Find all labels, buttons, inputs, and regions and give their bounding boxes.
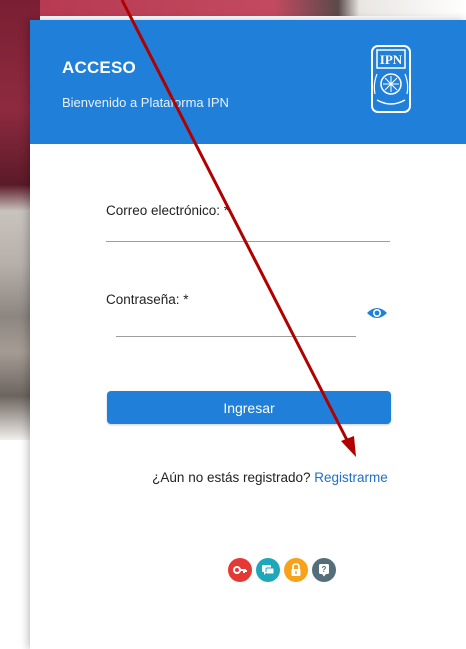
chat-button[interactable]: [256, 558, 280, 582]
password-input[interactable]: [116, 315, 356, 335]
key-icon: [233, 566, 247, 574]
recover-key-button[interactable]: [228, 558, 252, 582]
dialog-header: ACCESO Bienvenido a Plataforma IPN IPN: [30, 20, 466, 144]
help-button[interactable]: ?: [312, 558, 336, 582]
logo-text: IPN: [380, 52, 403, 67]
lock-icon: [291, 563, 301, 576]
email-input[interactable]: [106, 220, 390, 240]
svg-text:?: ?: [322, 565, 327, 574]
ipn-logo: IPN: [371, 45, 411, 113]
email-underline: [106, 241, 390, 242]
login-button[interactable]: Ingresar: [107, 391, 391, 424]
chat-icon: [262, 565, 275, 575]
unlock-button[interactable]: [284, 558, 308, 582]
register-prompt: ¿Aún no estás registrado?: [152, 470, 311, 485]
dialog-subtitle: Bienvenido a Plataforma IPN: [62, 95, 229, 110]
help-icon: ?: [319, 564, 329, 577]
register-link[interactable]: Registrarme: [314, 470, 388, 485]
dialog-title: ACCESO: [62, 58, 136, 77]
password-label: Contraseña: *: [106, 292, 189, 307]
background-top-strip: [40, 0, 466, 16]
password-underline: [116, 336, 356, 337]
email-label: Correo electrónico: *: [106, 203, 230, 218]
login-dialog: ACCESO Bienvenido a Plataforma IPN IPN C…: [30, 20, 466, 649]
register-row: ¿Aún no estás registrado? Registrarme: [30, 470, 466, 485]
show-password-eye-icon[interactable]: [366, 305, 388, 321]
